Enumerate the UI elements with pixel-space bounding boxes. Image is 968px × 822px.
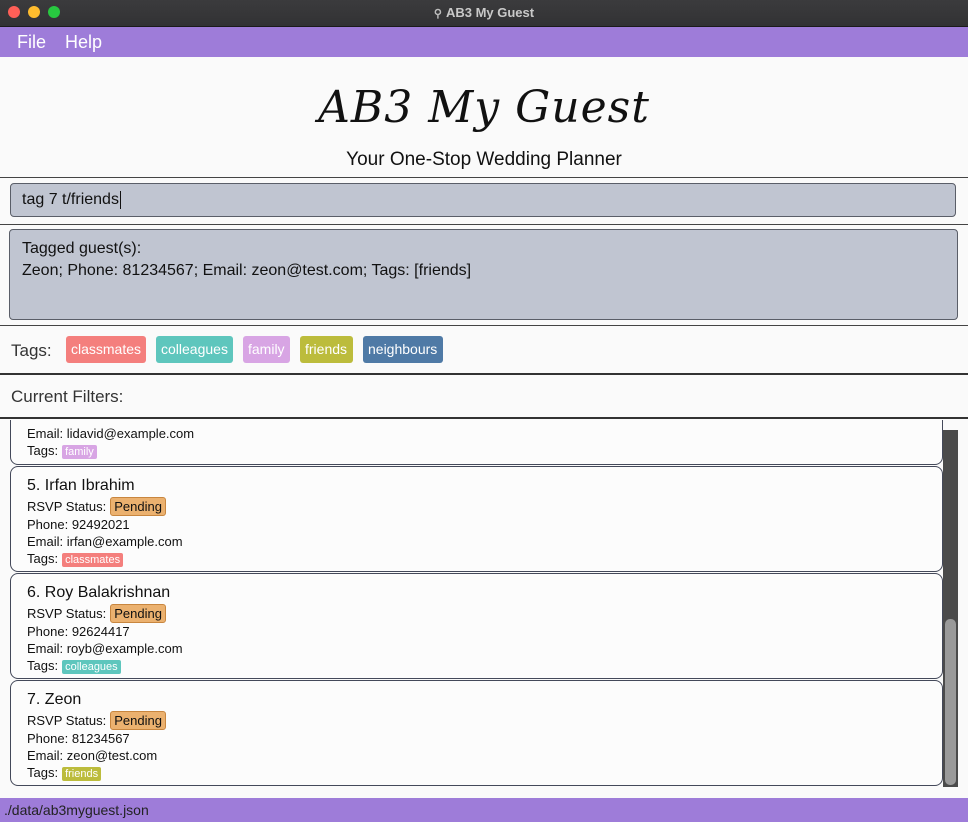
tag-chip-neighbours[interactable]: neighbours [363,336,443,363]
app-subtitle: Your One-Stop Wedding Planner [346,149,622,170]
data-file-path: ./data/ab3myguest.json [4,802,149,818]
guest-card[interactable]: 5. Irfan Ibrahim RSVP Status: Pending Pho… [10,466,943,572]
divider [0,373,968,375]
current-filters-label: Current Filters: [11,387,124,406]
guest-email: Email: zeon@test.com [27,748,158,763]
guest-rsvp: RSVP Status: Pending [27,711,166,730]
guest-tags: Tags: friends [27,765,102,781]
list-scrollbar-thumb[interactable] [945,619,956,785]
tag-chip-colleagues[interactable]: colleagues [156,336,233,363]
guest-email: Email: lidavid@example.com [27,426,195,441]
rsvp-badge: Pending [110,497,166,516]
guest-tags: Tags: colleagues [27,658,121,674]
guest-name: 5. Irfan Ibrahim [27,477,135,494]
guest-phone: Phone: 92624417 [27,624,130,639]
guest-tags: Tags: classmates [27,551,124,567]
command-input[interactable]: tag 7 t/friends [10,183,956,217]
menu-file[interactable]: File [17,32,46,53]
tag-chip-family[interactable]: family [243,336,290,363]
guest-card-partial[interactable]: Email: lidavid@example.com Tags: family [10,420,943,465]
status-bar: ./data/ab3myguest.json [0,798,968,822]
guest-tags: Tags: family [27,443,97,459]
guest-phone: Phone: 81234567 [27,731,130,746]
guest-email: Email: irfan@example.com [27,534,183,549]
divider [0,224,968,225]
guest-list[interactable]: Email: lidavid@example.com Tags: family 5… [0,420,968,798]
guest-tag: classmates [62,553,124,567]
menu-bar: File Help [0,27,968,57]
tags-label: Tags: [11,341,52,360]
guest-name: 7. Zeon [27,691,82,708]
divider [0,417,968,419]
guest-name: 6. Roy Balakrishnan [27,584,171,601]
result-display: Tagged guest(s): Zeon; Phone: 81234567; … [9,229,958,320]
menu-help[interactable]: Help [65,32,102,53]
tag-chip-friends[interactable]: friends [300,336,353,363]
app-title: AB3 My Guest [318,82,650,133]
guest-card[interactable]: 6. Roy Balakrishnan RSVP Status: Pending … [10,573,943,679]
guest-tag: friends [62,767,102,781]
guest-email: Email: royb@example.com [27,641,183,656]
guest-phone: Phone: 92492021 [27,517,130,532]
result-line-2: Zeon; Phone: 81234567; Email: zeon@test.… [22,262,472,279]
rsvp-badge: Pending [110,711,166,730]
tag-chip-classmates[interactable]: classmates [66,336,146,363]
divider [0,325,968,326]
window-title: ⚲ AB3 My Guest [433,5,535,20]
window-titlebar: ⚲ AB3 My Guest [0,0,968,27]
guest-rsvp: RSVP Status: Pending [27,604,166,623]
guest-rsvp: RSVP Status: Pending [27,497,166,516]
rsvp-badge: Pending [110,604,166,623]
text-caret [119,191,121,209]
result-line-1: Tagged guest(s): [22,240,142,257]
divider [0,177,968,178]
app-icon: ⚲ [433,8,442,20]
guest-tag: family [62,445,97,459]
guest-card[interactable]: 7. Zeon RSVP Status: Pending Phone: 81234… [10,680,943,786]
guest-tag: colleagues [62,660,121,674]
command-text: tag 7 t/friends [22,191,119,209]
